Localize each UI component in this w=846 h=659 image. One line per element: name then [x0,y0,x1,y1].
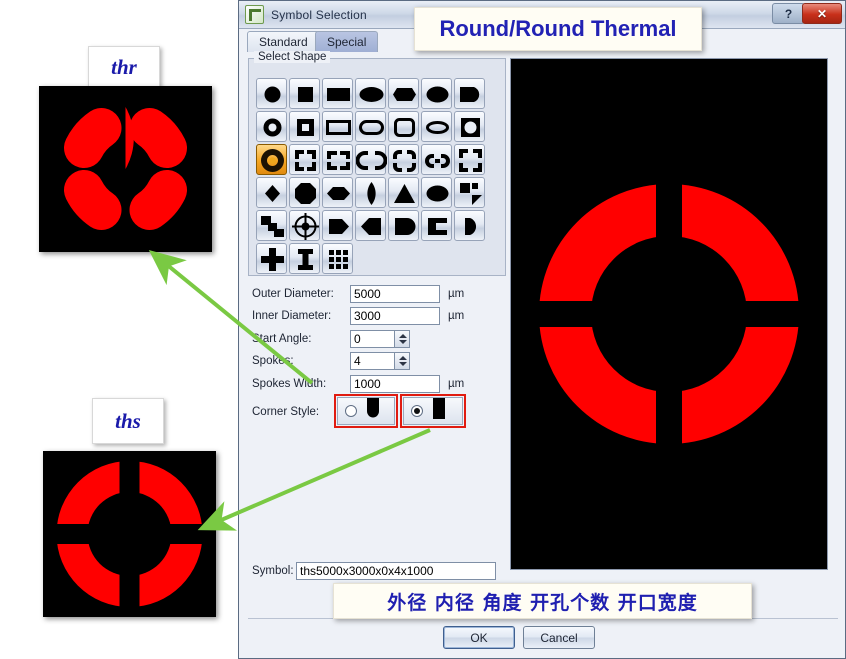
ths-label-card: ths [92,398,164,444]
spokes-stepper[interactable] [395,352,410,370]
shape-button-square-thermal-open[interactable] [322,144,353,175]
title-callout: Round/Round Thermal [414,7,702,51]
radio-square-corner[interactable] [411,405,423,417]
shape-button-octagon-ring[interactable] [454,111,485,142]
inner-diameter-unit: µm [448,310,465,322]
shape-button-square-corner-thermal[interactable] [454,144,485,175]
select-shape-label: Select Shape [254,51,331,63]
shape-button-octagon-solid[interactable] [289,177,320,208]
shape-button-diamond[interactable] [256,177,287,208]
shape-button-home-plate[interactable] [322,210,353,241]
corner-style-option-square[interactable] [403,397,463,425]
symbol-label: Symbol: [252,565,294,577]
thr-thermal-shape [64,107,187,230]
shape-button-grid [256,78,486,275]
shape-button-octagon[interactable] [388,78,419,109]
shape-button-round-thermal[interactable] [256,144,287,175]
shape-button-oval[interactable] [355,78,386,109]
shape-button-grid-matrix[interactable] [322,243,353,274]
shape-button-i-beam[interactable] [289,243,320,274]
shape-button-square-small[interactable] [289,78,320,109]
shape-button-rounded-square-ring[interactable] [388,111,419,142]
shape-button-flag-left[interactable] [355,210,386,241]
start-angle-input[interactable]: 0 [350,330,395,348]
shape-button-half-round[interactable] [454,210,485,241]
shape-button-target-crosshair[interactable] [289,210,320,241]
shape-button-oval-ring[interactable] [421,111,452,142]
ths-thermal-shape [43,451,216,617]
shape-button-step-shape[interactable] [256,210,287,241]
start-angle-stepper[interactable] [395,330,410,348]
shape-button-rectangle[interactable] [322,78,353,109]
shape-button-rectangle-ring[interactable] [322,111,353,142]
corner-style-option-round[interactable] [337,397,395,425]
thr-label-text: thr [111,54,137,79]
spokes-width-label: Spokes Width: [252,378,327,390]
shape-button-hexagon-flat[interactable] [322,177,353,208]
shape-button-quarter-pinwheel[interactable] [454,177,485,208]
parameter-legend-callout: 外径 内径 角度 开孔个数 开口宽度 [333,583,752,619]
outer-diameter-unit: µm [448,288,465,300]
help-button[interactable]: ? [772,3,805,24]
preview-thermal-shape [511,59,827,569]
cancel-button[interactable]: Cancel [523,626,595,649]
spokes-width-input[interactable]: 1000 [350,375,440,393]
ths-label-text: ths [115,408,141,433]
symbol-preview-panel [510,58,828,570]
close-icon[interactable]: ✕ [802,3,842,24]
tab-standard[interactable]: Standard [247,31,320,52]
corner-style-label: Corner Style: [252,406,320,418]
ths-preview-thumbnail [43,451,216,617]
spokes-label: Spokes: [252,355,294,367]
spokes-width-unit: µm [448,378,465,390]
shape-button-triangle[interactable] [388,177,419,208]
ok-button[interactable]: OK [443,626,515,649]
shape-button-ellipse[interactable] [421,78,452,109]
thr-label-card: thr [88,46,160,88]
shape-button-donut[interactable] [256,111,287,142]
shape-button-rounded-thermal[interactable] [388,144,419,175]
shape-button-square-ring[interactable] [289,111,320,142]
shape-button-cross[interactable] [256,243,287,274]
shape-button-d-shape[interactable] [454,78,485,109]
window-title: Symbol Selection [271,7,367,22]
shape-button-circle[interactable] [256,78,287,109]
start-angle-label: Start Angle: [252,333,312,345]
thr-preview-thumbnail [39,86,212,252]
document-icon [245,5,264,24]
shape-button-square-thermal[interactable] [289,144,320,175]
shape-button-oblong-ring[interactable] [355,111,386,142]
square-tab-icon [432,398,446,424]
shape-button-oblong-thermal[interactable] [355,144,387,175]
symbol-input[interactable]: ths5000x3000x0x4x1000 [296,562,496,580]
shape-button-bullet-right[interactable] [388,210,419,241]
outer-diameter-input[interactable]: 5000 [350,285,440,303]
inner-diameter-input[interactable]: 3000 [350,307,440,325]
tab-special[interactable]: Special [315,31,379,52]
radio-round-corner[interactable] [345,405,357,417]
inner-diameter-label: Inner Diameter: [252,310,332,322]
shape-button-ellipse-solid[interactable] [421,177,452,208]
shape-button-oblong-link-thermal[interactable] [421,144,452,175]
shape-button-leaf[interactable] [355,177,386,208]
shape-button-c-shape[interactable] [421,210,452,241]
outer-diameter-label: Outer Diameter: [252,288,334,300]
rounded-bottom-tab-icon [366,398,380,424]
spokes-input[interactable]: 4 [350,352,395,370]
